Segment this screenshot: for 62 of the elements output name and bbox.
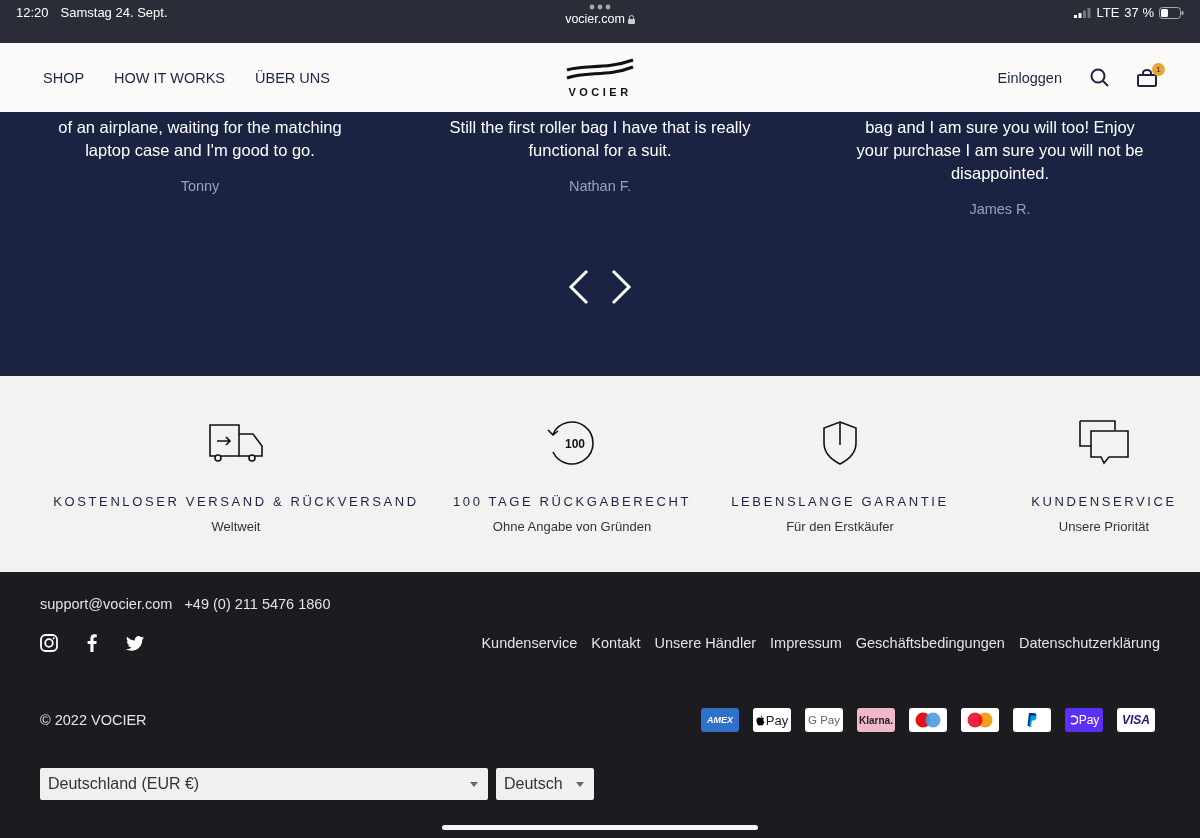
more-dots-icon[interactable] bbox=[589, 4, 611, 10]
testimonial-text: Still the first roller bag I have that is really functional for a suit. bbox=[448, 117, 752, 161]
google-pay-logo: G Pay bbox=[805, 708, 843, 732]
footer-link[interactable]: Kundenservice bbox=[481, 635, 578, 651]
nav-link[interactable]: ÜBER UNS bbox=[255, 69, 330, 86]
twitter-bird-icon[interactable] bbox=[126, 635, 144, 651]
footer-link[interactable]: Unsere Händler bbox=[654, 635, 757, 651]
cart-count-badge: 1 bbox=[1152, 62, 1165, 76]
url-text[interactable]: vocier.com bbox=[565, 12, 625, 26]
feature-subtitle: Ohne Angabe von Gründen bbox=[492, 519, 652, 534]
testimonial-author: James R. bbox=[969, 201, 1031, 217]
phone-link[interactable]: +49 (0) 211 5476 1860 bbox=[184, 596, 331, 612]
email-link[interactable]: support@vocier.com bbox=[40, 596, 173, 612]
klarna-logo: Klarna. bbox=[857, 708, 895, 732]
feature-subtitle: Für den Erstkäufer bbox=[786, 519, 894, 534]
testimonial-text: of an airplane, waiting for the matching laptop case and I'm good to go. bbox=[57, 117, 343, 161]
testimonial-text: bag and I am sure you will too! Enjoy your purchase I am sure you will not be disappointed. bbox=[855, 117, 1145, 184]
previous-arrow-button[interactable] bbox=[567, 269, 589, 305]
caret-icon bbox=[470, 781, 478, 787]
instagram-icon[interactable] bbox=[40, 634, 58, 652]
copyright-text: © 2022 VOCIER bbox=[40, 712, 147, 728]
footer-link[interactable]: Datenschutzerklärung bbox=[1018, 635, 1160, 651]
language-select[interactable]: Deutsch bbox=[496, 768, 594, 800]
caret-icon bbox=[576, 781, 584, 787]
feature-title: LEBENSLANGE GARANTIE bbox=[731, 494, 949, 509]
testimonial-author: Nathan F. bbox=[568, 178, 632, 194]
country-select[interactable]: Deutschland (EUR €) bbox=[40, 768, 488, 800]
mastercard-logo bbox=[966, 712, 994, 728]
battery-icon bbox=[1159, 6, 1184, 19]
nav-link[interactable]: HOW IT WORKS bbox=[114, 69, 225, 86]
feature-subtitle: Unsere Priorität bbox=[1058, 519, 1150, 534]
footer-link[interactable]: Kontakt bbox=[591, 635, 641, 651]
nav-link[interactable]: SHOP bbox=[43, 69, 85, 86]
shield-icon bbox=[822, 421, 858, 465]
footer-link[interactable]: Impressum bbox=[770, 635, 842, 651]
feature-title: 100 TAGE RÜCKGABERECHT bbox=[453, 494, 692, 509]
truck-icon bbox=[209, 424, 263, 462]
battery-percent: 37 % bbox=[1124, 5, 1154, 20]
shopping-bag-icon[interactable] bbox=[1137, 68, 1157, 87]
feature-title: KOSTENLOSER VERSAND & RÜCKVERSAND bbox=[53, 494, 419, 509]
lock-icon bbox=[627, 14, 635, 24]
amex-card-logo: AMEX bbox=[701, 708, 739, 732]
logo-icon[interactable] bbox=[565, 57, 635, 80]
login-link[interactable]: Einloggen bbox=[997, 69, 1062, 86]
visa-logo: VISA bbox=[1117, 708, 1155, 732]
signal-icon bbox=[1074, 7, 1092, 18]
clock: 12:20 bbox=[16, 5, 49, 20]
facebook-icon[interactable] bbox=[87, 634, 97, 652]
maestro-logo bbox=[914, 712, 942, 728]
feature-title: KUNDENSERVICE bbox=[1031, 494, 1177, 509]
apple-pay-logo: Pay bbox=[753, 708, 791, 732]
shop-pay-logo: Pay bbox=[1065, 708, 1103, 732]
next-arrow-button[interactable] bbox=[611, 269, 633, 305]
testimonial-author: Tonny bbox=[180, 178, 220, 194]
logo-text: VOCIER bbox=[568, 85, 632, 98]
chat-bubbles-icon bbox=[1079, 420, 1129, 466]
footer-link[interactable]: Geschäftsbedingungen bbox=[855, 635, 1005, 651]
paypal-logo bbox=[1027, 713, 1037, 727]
network-label: LTE bbox=[1096, 5, 1120, 20]
date: Samstag 24. Sept. bbox=[60, 5, 168, 20]
search-icon[interactable] bbox=[1090, 68, 1109, 87]
feature-subtitle: Weltweit bbox=[211, 519, 261, 534]
